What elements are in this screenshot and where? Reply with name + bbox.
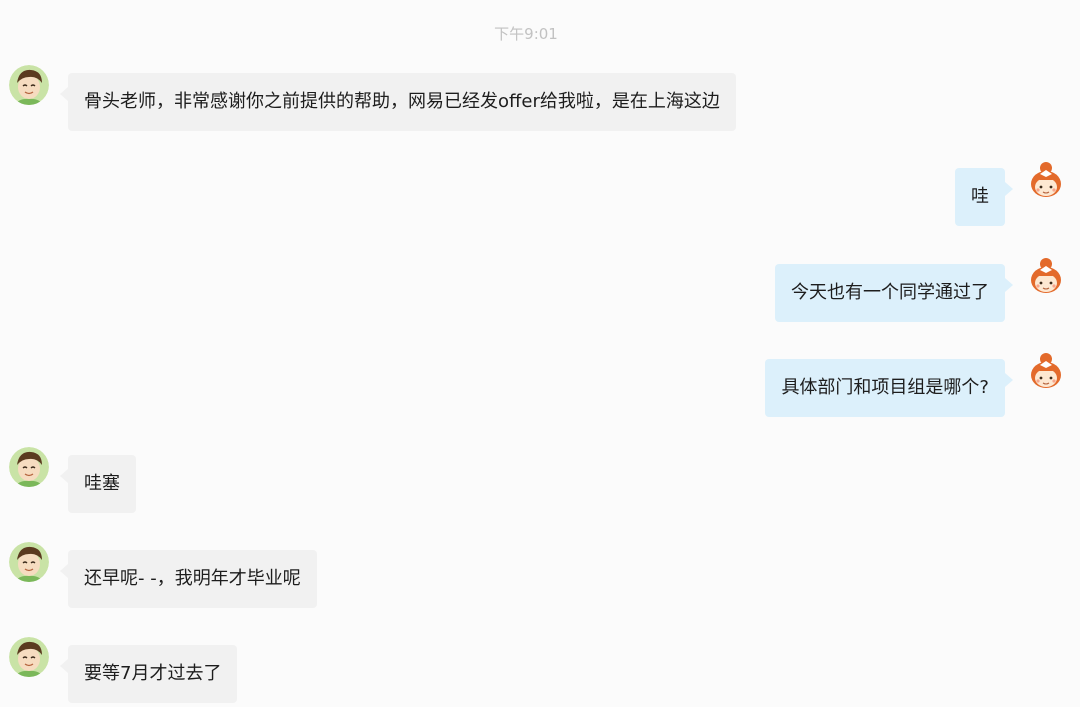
message-timestamp: 下午9:01 [494,25,558,43]
message-bubble[interactable]: 今天也有一个同学通过了 [775,264,1013,322]
boy-avatar-icon[interactable] [9,637,49,677]
message-row-incoming: 要等7月才过去了 [0,637,1080,705]
message-row-outgoing: 具体部门和项目组是哪个? [0,353,1080,419]
message-bubble[interactable]: 具体部门和项目组是哪个? [765,359,1013,417]
message-row-outgoing: 哇 [0,162,1080,228]
girl-avatar-icon[interactable] [1026,256,1066,296]
message-bubble[interactable]: 哇 [955,168,1013,226]
message-bubble[interactable]: 哇塞 [60,455,136,513]
message-row-outgoing: 今天也有一个同学通过了 [0,258,1080,324]
boy-avatar-icon[interactable] [9,447,49,487]
girl-avatar-icon[interactable] [1026,351,1066,391]
boy-avatar-icon[interactable] [9,542,49,582]
message-row-incoming: 骨头老师，非常感谢你之前提供的帮助，网易已经发offer给我啦，是在上海这边 [0,65,1080,133]
boy-avatar-icon[interactable] [9,65,49,105]
message-row-incoming: 哇塞 [0,447,1080,515]
message-bubble[interactable]: 骨头老师，非常感谢你之前提供的帮助，网易已经发offer给我啦，是在上海这边 [60,73,736,131]
girl-avatar-icon[interactable] [1026,160,1066,200]
message-bubble[interactable]: 还早呢- -，我明年才毕业呢 [60,550,317,608]
message-bubble[interactable]: 要等7月才过去了 [59,645,238,703]
message-row-incoming: 还早呢- -，我明年才毕业呢 [0,542,1080,610]
chat-window: 下午9:01 骨头老师，非常感谢你之前提供的帮助，网易已经发offer给我啦，是… [0,0,1080,707]
